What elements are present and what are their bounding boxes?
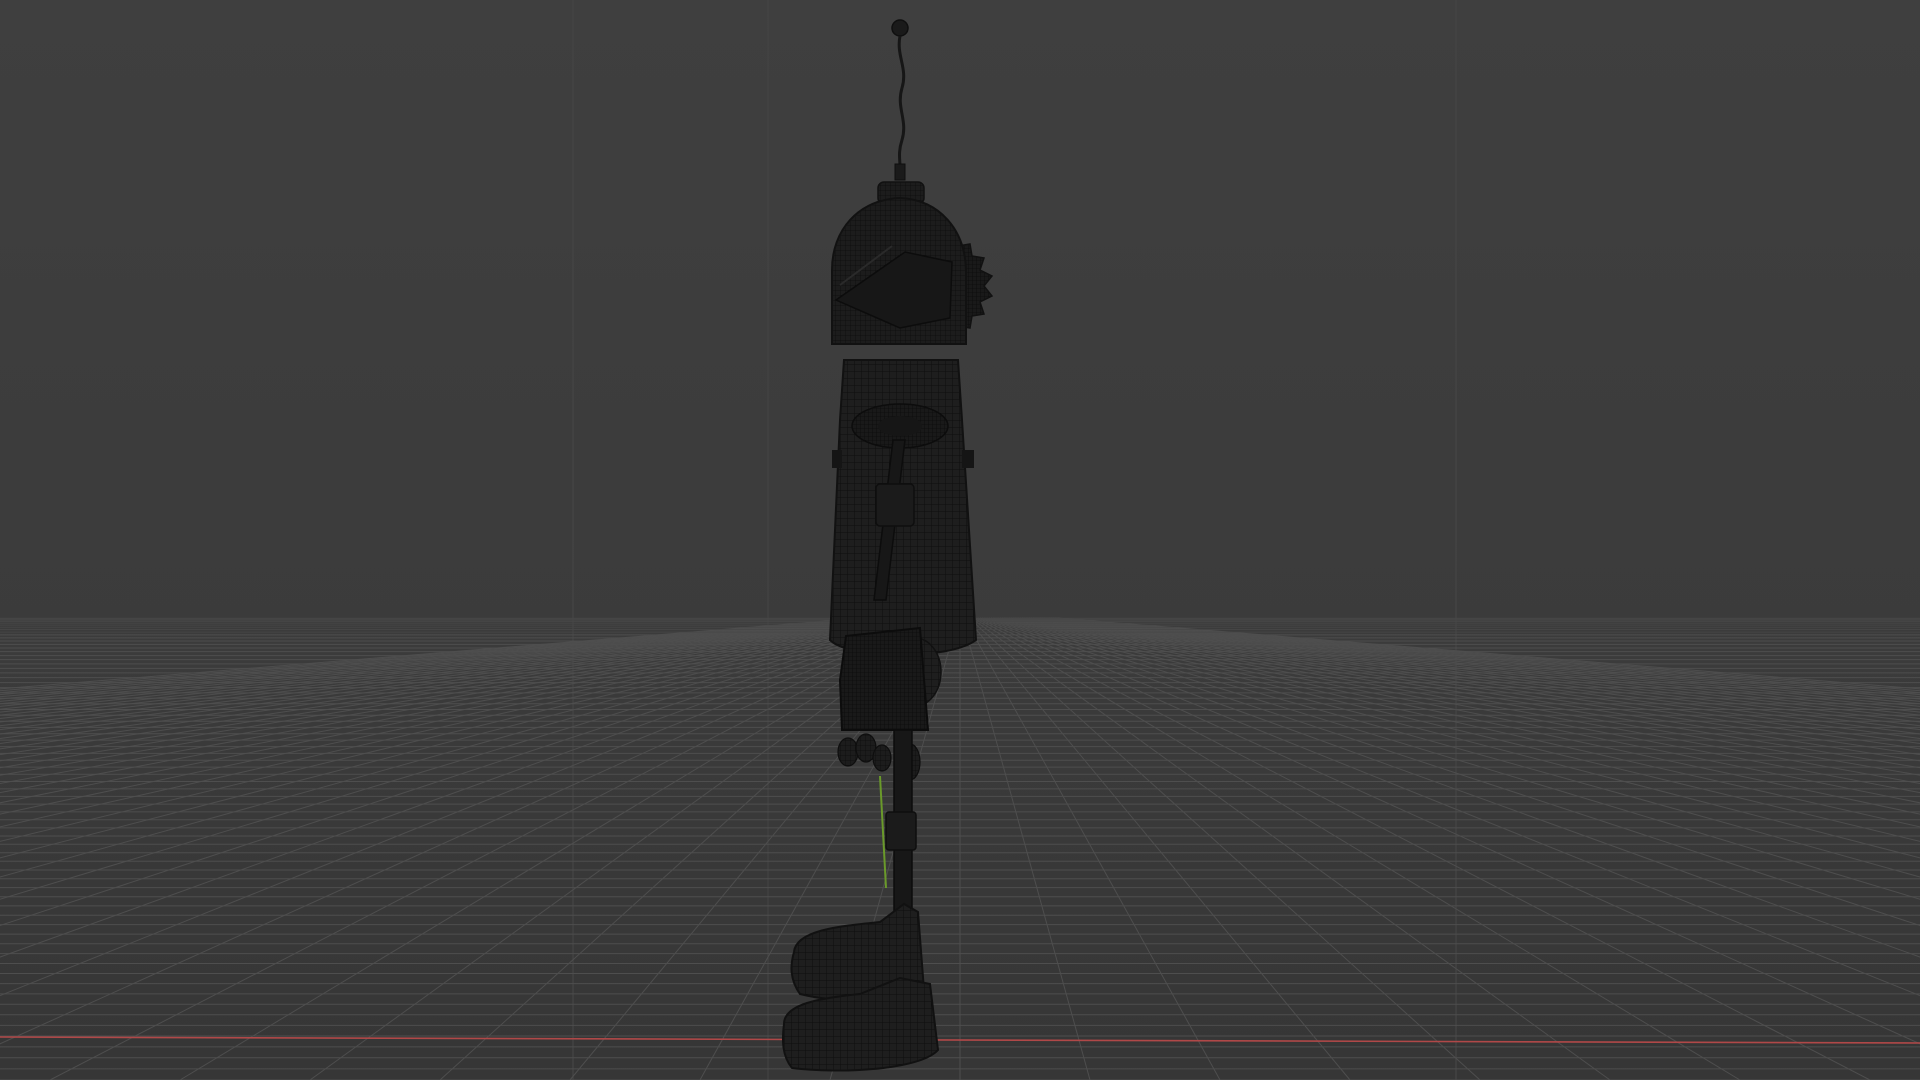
3d-viewport[interactable]	[0, 0, 1920, 1080]
viewport-canvas[interactable]	[0, 0, 1920, 1080]
robot-hip[interactable]	[838, 626, 942, 731]
